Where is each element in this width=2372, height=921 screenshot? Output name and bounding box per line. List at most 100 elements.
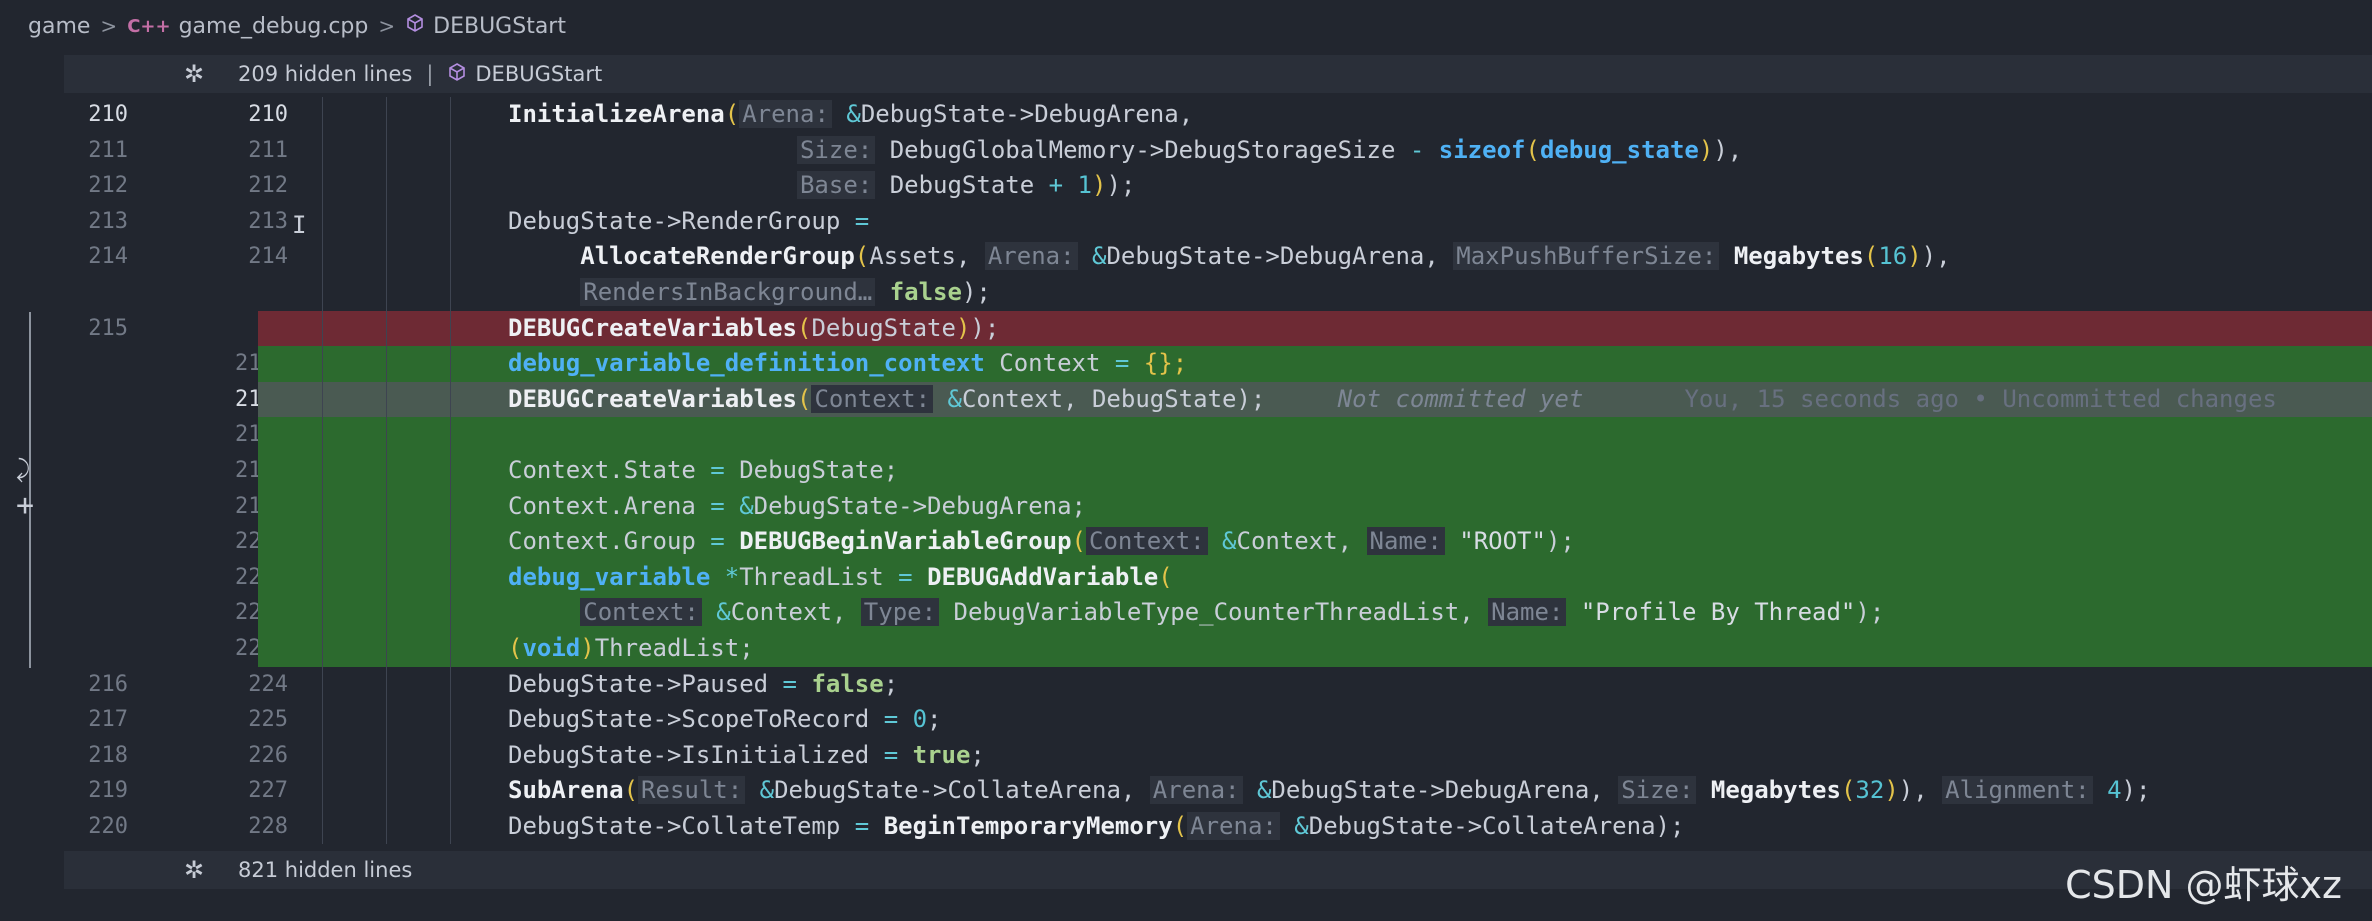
indent-guide <box>450 702 451 738</box>
deleted-code-line[interactable]: DEBUGCreateVariables(DebugState)); <box>258 310 2372 347</box>
code-line-content[interactable]: DebugState->ScopeToRecord = 0; <box>258 702 2372 738</box>
added-code-line[interactable]: Context.Group = DEBUGBeginVariableGroup(… <box>258 524 2372 560</box>
indent-guide <box>450 381 451 418</box>
symbol-cube-icon <box>405 13 425 39</box>
unfold-icon[interactable]: ✲ <box>164 60 224 88</box>
code-line-content[interactable]: DebugState->IsInitialized = true; <box>258 737 2372 774</box>
line-number-original: 214 <box>88 244 128 270</box>
added-code-line[interactable]: debug_variable_definition_context Contex… <box>258 346 2372 382</box>
code-line[interactable]: 219 227 SubArena(Result: &DebugState->Coll… <box>64 773 2372 809</box>
code-line[interactable]: 219+Context.Arena = &DebugState->DebugAr… <box>64 488 2372 525</box>
code-line-content[interactable]: DebugState->CollateTemp = BeginTemporary… <box>258 808 2372 845</box>
code-line[interactable]: 217 225 DebugState->ScopeToRecord = 0; <box>64 702 2372 738</box>
code-line-content[interactable]: AllocateRenderGroup(Assets, Arena: &Debu… <box>258 239 2372 275</box>
code-token: ( <box>508 633 523 662</box>
indent-guide <box>322 132 323 169</box>
code-line[interactable]: 210 210 InitializeArena(Arena: &DebugState… <box>64 97 2372 133</box>
indent-guide <box>450 310 451 347</box>
line-number-original: 213 <box>88 208 128 234</box>
code-line[interactable]: 215—DEBUGCreateVariables(DebugState)); <box>64 310 2372 347</box>
hidden-lines-fold-top[interactable]: ✲ 209 hidden lines | DEBUGStart <box>64 55 2372 93</box>
code-token: & <box>947 384 962 413</box>
code-line-content[interactable]: DebugState->RenderGroup = <box>258 203 2372 240</box>
code-line[interactable]: 215+debug_variable_definition_context Co… <box>64 346 2372 382</box>
added-code-line[interactable]: (void)ThreadList; <box>258 630 2372 667</box>
code-line[interactable]: 222+ Context: &Context, Type: DebugVaria… <box>64 595 2372 631</box>
added-code-line[interactable]: Context.State = DebugState; <box>258 452 2372 489</box>
diff-editor[interactable]: 210 210 InitializeArena(Arena: &DebugState… <box>64 97 2372 845</box>
code-token: void <box>522 633 581 662</box>
code-line[interactable]: RendersInBackground… false); <box>64 274 2372 311</box>
code-line[interactable]: 220+Context.Group = DEBUGBeginVariableGr… <box>64 524 2372 560</box>
code-token: * <box>724 562 740 591</box>
code-line[interactable]: 221+debug_variable *ThreadList = DEBUGAd… <box>64 559 2372 596</box>
code-line[interactable]: 223+(void)ThreadList; <box>64 630 2372 667</box>
code-token: DebugState->DebugArena, <box>860 100 1194 128</box>
code-line[interactable]: 212 212 Base: DebugState + 1)); <box>64 168 2372 204</box>
breadcrumb-file[interactable]: game_debug.cpp <box>179 14 369 39</box>
code-line-content[interactable]: DebugState->Paused = false; <box>258 666 2372 703</box>
added-code-line[interactable]: Context.Arena = &DebugState->DebugArena; <box>258 488 2372 525</box>
hidden-lines-label: 209 hidden lines <box>238 62 413 86</box>
hidden-lines-fold-bottom[interactable]: ✲ 821 hidden lines <box>64 851 2372 889</box>
code-line-content[interactable]: Size: DebugGlobalMemory->DebugStorageSiz… <box>258 132 2372 169</box>
code-line[interactable]: 218+Context.State = DebugState; <box>64 452 2372 489</box>
code-line[interactable]: 217+ <box>64 417 2372 453</box>
code-token: = <box>883 740 899 769</box>
code-line[interactable]: 216+DEBUGCreateVariables(Context: &Conte… <box>64 381 2372 418</box>
fold-symbol[interactable]: DEBUGStart <box>475 62 602 86</box>
indent-guide <box>386 203 387 240</box>
code-token: Base: <box>796 171 876 200</box>
indent-guide <box>322 381 323 418</box>
code-line-content[interactable]: Base: DebugState + 1)); <box>258 168 2372 204</box>
code-line[interactable]: 220 228 DebugState->CollateTemp = BeginTem… <box>64 808 2372 845</box>
code-token: ; <box>970 740 985 769</box>
breadcrumb: game > C++ game_debug.cpp > DEBUGStart <box>0 0 2372 52</box>
indent-guide <box>322 97 323 133</box>
code-line-content[interactable]: InitializeArena(Arena: &DebugState->Debu… <box>258 97 2372 133</box>
cpp-file-icon: C++ <box>127 15 171 37</box>
code-line[interactable]: 211 211 Size: DebugGlobalMemory->DebugSto… <box>64 132 2372 169</box>
code-line[interactable]: 214 214 AllocateRenderGroup(Assets, Arena… <box>64 239 2372 275</box>
breadcrumb-folder[interactable]: game <box>28 14 90 39</box>
stage-change-plus-icon[interactable]: + <box>16 488 34 523</box>
code-token: ), <box>1713 135 1743 164</box>
code-line-content[interactable]: RendersInBackground… false); <box>258 274 2372 311</box>
code-token: ) <box>1092 171 1107 200</box>
code-token: DebugVariableType_CounterThreadList, <box>953 598 1474 627</box>
code-token: ( <box>724 100 740 128</box>
added-code-line[interactable]: Context: &Context, Type: DebugVariableTy… <box>258 595 2372 631</box>
indent-guide <box>322 452 323 489</box>
added-code-line[interactable]: debug_variable *ThreadList = DEBUGAddVar… <box>258 559 2372 596</box>
indent-guide <box>322 666 323 703</box>
code-token: debug_variable_definition_context <box>508 349 985 378</box>
indent-guide <box>450 417 451 453</box>
code-line[interactable]: 218 226 DebugState->IsInitialized = true; <box>64 737 2372 774</box>
code-token: Context.State <box>508 455 696 484</box>
line-number-original: 219 <box>88 778 128 804</box>
code-token: 0 <box>912 705 928 734</box>
revert-change-icon[interactable]: ⤸ <box>16 455 30 483</box>
unfold-icon[interactable]: ✲ <box>164 856 224 884</box>
code-line[interactable]: 216 224 DebugState->Paused = false; <box>64 666 2372 703</box>
added-code-line[interactable]: DEBUGCreateVariables(Context: &Context, … <box>258 381 2372 418</box>
added-code-line[interactable] <box>258 417 2372 453</box>
watermark: CSDN @虾球xz <box>2065 863 2342 907</box>
indent-guide <box>386 452 387 489</box>
code-line-content[interactable]: SubArena(Result: &DebugState->CollateAre… <box>258 773 2372 809</box>
indent-guide <box>386 559 387 596</box>
indent-guide <box>386 346 387 382</box>
code-line[interactable]: 213 213 DebugState->RenderGroup = <box>64 203 2372 240</box>
breadcrumb-symbol[interactable]: DEBUGStart <box>433 14 566 39</box>
code-token: - <box>1409 135 1425 164</box>
